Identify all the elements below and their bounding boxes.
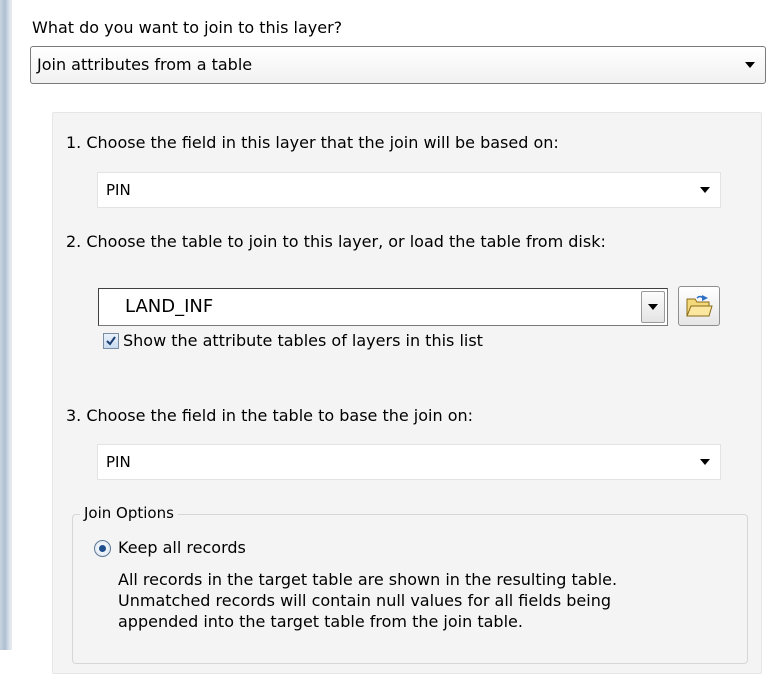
chevron-down-icon	[745, 62, 755, 68]
join-options-legend: Join Options	[80, 503, 178, 523]
keep-all-description-line1: All records in the target table are show…	[118, 570, 618, 589]
browse-table-button[interactable]	[678, 286, 720, 326]
layer-field-value: PIN	[106, 181, 131, 199]
layer-field-dropdown[interactable]: PIN	[97, 172, 721, 208]
keep-all-records-radio[interactable]	[94, 540, 111, 557]
show-attribute-tables-label: Show the attribute tables of layers in t…	[123, 331, 483, 350]
window-edge	[0, 0, 12, 650]
keep-all-description-line3: appended into the target table from the …	[118, 612, 523, 631]
step2-label: 2. Choose the table to join to this laye…	[66, 232, 606, 251]
chevron-down-icon	[700, 187, 710, 193]
join-table-value: LAND_INF	[125, 296, 214, 317]
radio-selected-dot	[99, 545, 106, 552]
join-table-dropdown-button[interactable]	[641, 291, 665, 323]
chevron-down-icon	[700, 459, 710, 465]
keep-all-description-line2: Unmatched records will contain null valu…	[118, 591, 611, 610]
table-field-value: PIN	[106, 453, 131, 471]
join-type-dropdown[interactable]: Join attributes from a table	[30, 46, 766, 84]
step1-label: 1. Choose the field in this layer that t…	[66, 133, 559, 152]
chevron-down-icon	[648, 304, 658, 310]
step3-label: 3. Choose the field in the table to base…	[66, 406, 474, 425]
show-attribute-tables-checkbox[interactable]	[103, 333, 119, 349]
open-folder-icon	[686, 295, 713, 317]
join-question-label: What do you want to join to this layer?	[32, 18, 343, 37]
table-field-dropdown[interactable]: PIN	[97, 444, 721, 480]
checkmark-icon	[106, 336, 116, 346]
keep-all-records-label: Keep all records	[118, 538, 246, 557]
join-table-dropdown[interactable]: LAND_INF	[98, 288, 668, 326]
join-type-value: Join attributes from a table	[37, 55, 253, 74]
